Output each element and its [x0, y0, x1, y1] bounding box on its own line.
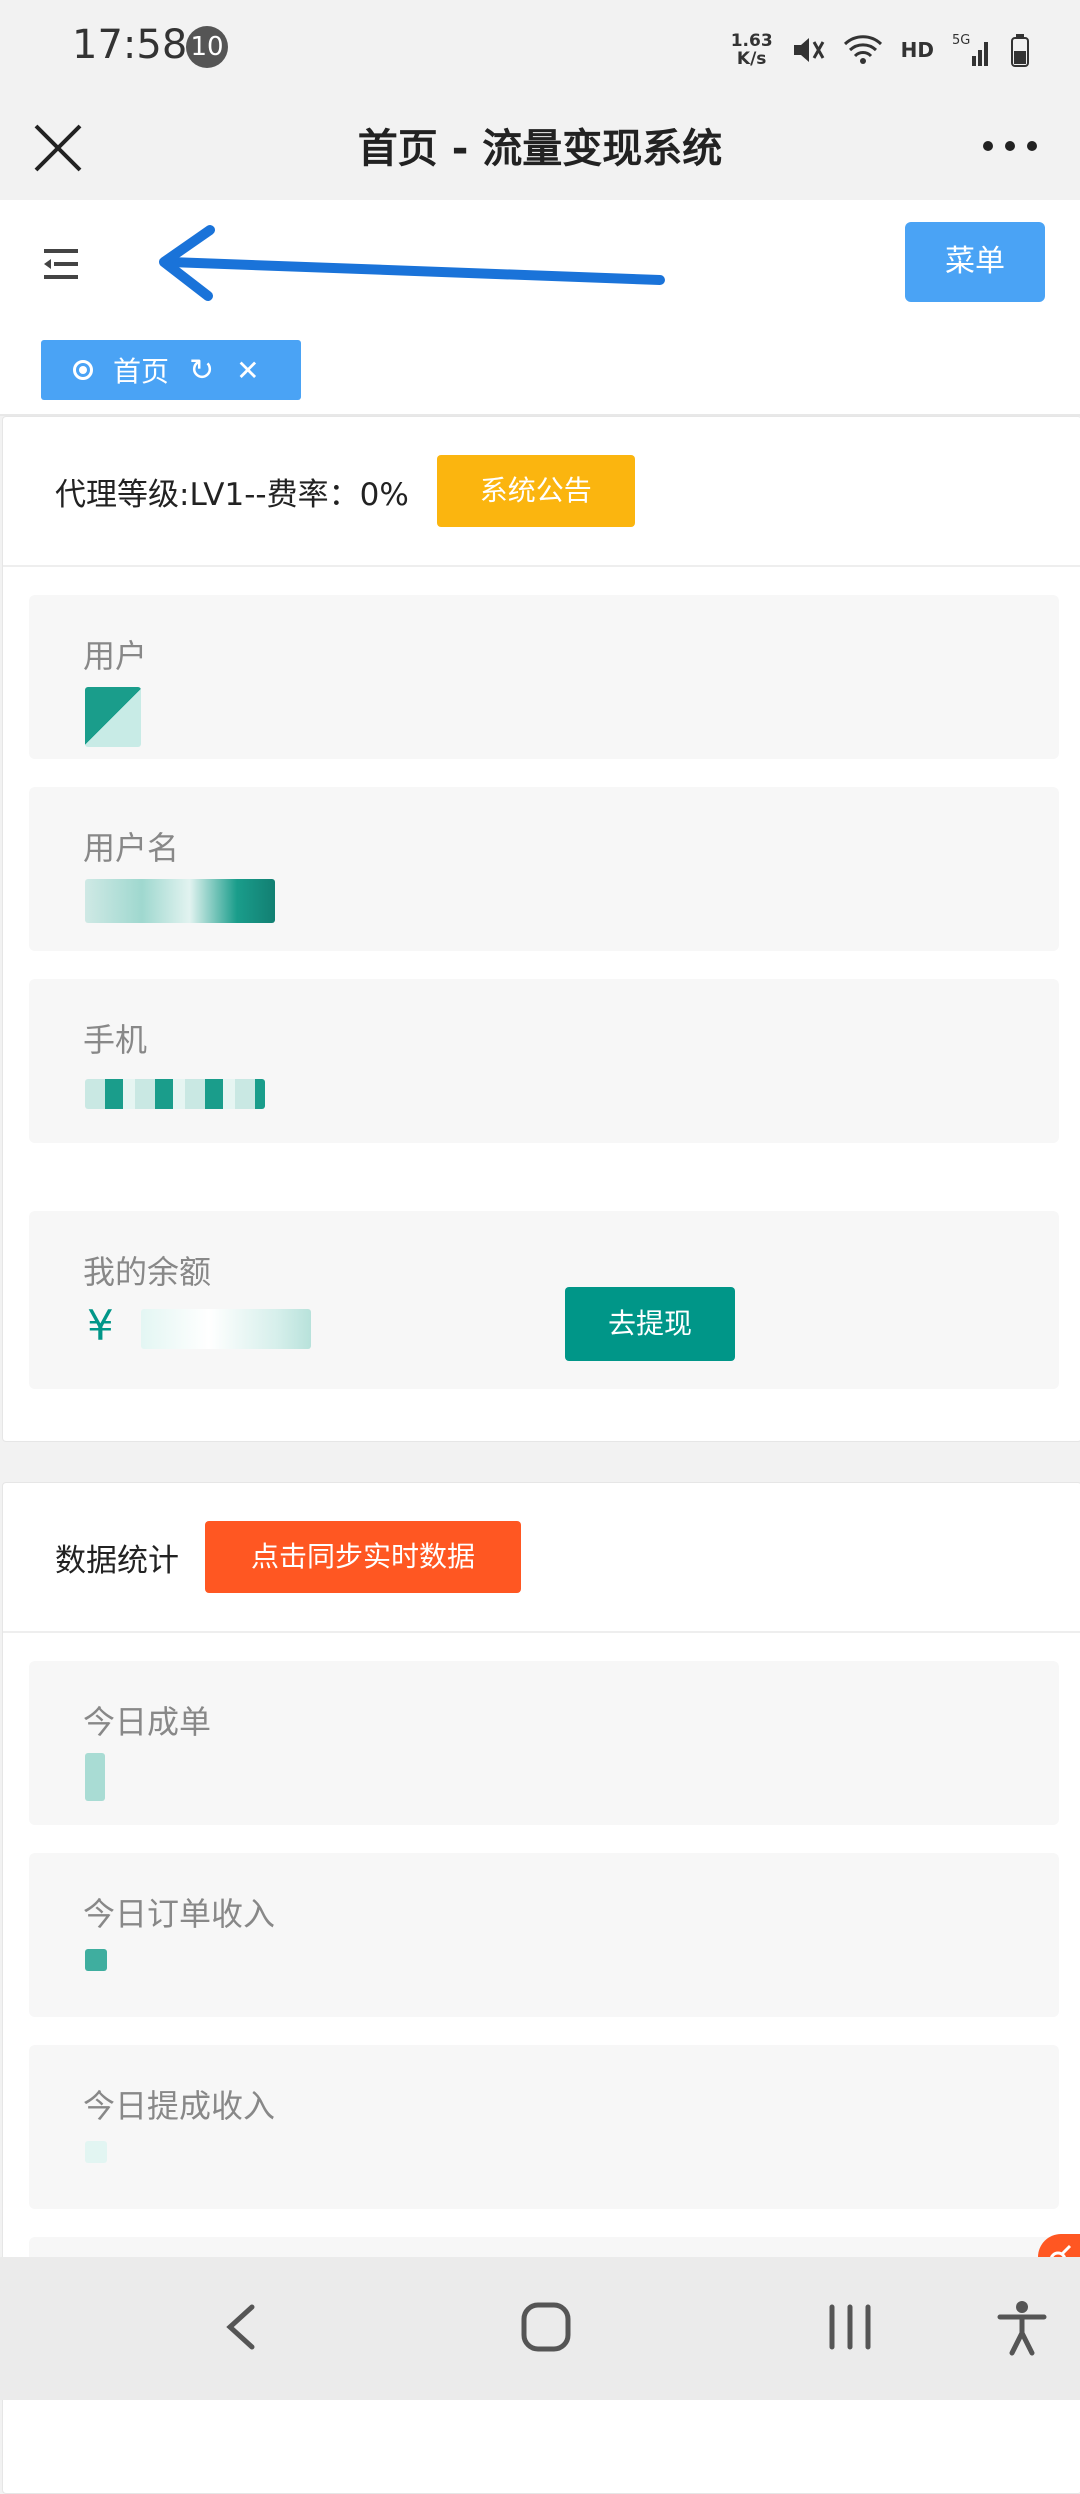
field-label: 用户: [83, 637, 148, 675]
mute-icon: [793, 38, 824, 62]
tab-label: 首页: [113, 355, 170, 388]
redacted-value: [141, 1309, 311, 1349]
tab-bar: 首页 ↻ ✕: [0, 326, 1080, 416]
status-icons: 1.63 K/s HD 5G: [731, 28, 1030, 72]
system-nav-bar: [0, 2257, 1080, 2400]
agent-card-header: 代理等级:LV1--费率：0% 系统公告: [3, 417, 1080, 567]
field-label: 用户名: [83, 829, 180, 867]
menu-button[interactable]: 菜单: [905, 222, 1045, 302]
clock: 17:58: [72, 22, 188, 68]
stats-card-header: 数据统计 点击同步实时数据: [3, 1483, 1080, 1633]
stats-title: 数据统计: [55, 1542, 179, 1579]
home-icon[interactable]: [516, 2297, 576, 2357]
recent-apps-icon[interactable]: [820, 2297, 880, 2357]
svg-text:5G: 5G: [952, 33, 970, 48]
redacted-value: [85, 1949, 107, 1971]
redacted-value: [85, 1079, 265, 1109]
field-label: 我的余额: [83, 1253, 212, 1291]
annotation-arrow: [159, 225, 665, 301]
today-orders-field: 今日成单: [29, 1661, 1059, 1825]
more-options-icon[interactable]: [980, 126, 1040, 166]
redacted-value: [85, 879, 275, 923]
signal-icon: 5G: [952, 33, 988, 66]
network-speed: 1.63 K/s: [730, 31, 773, 69]
status-bar: 17:58 10 1.63 K/s HD 5G: [0, 0, 1080, 96]
sidebar-toggle-icon[interactable]: [40, 246, 82, 282]
wifi-icon: [843, 35, 882, 64]
hd-label: HD: [900, 38, 934, 62]
redacted-value: [85, 687, 141, 747]
withdraw-button[interactable]: 去提现: [565, 1287, 735, 1361]
today-commission-income-field: 今日提成收入: [29, 2045, 1059, 2209]
page-title: 首页 - 流量变现系统: [357, 126, 723, 172]
phone-field: 手机: [29, 979, 1059, 1143]
notification-count-badge: 10: [186, 26, 228, 68]
refresh-icon[interactable]: ↻: [189, 353, 214, 388]
today-order-income-field: 今日订单收入: [29, 1853, 1059, 2017]
user-id-field: 用户: [29, 595, 1059, 759]
field-label: 今日订单收入: [83, 1895, 276, 1933]
title-bar: 首页 - 流量变现系统: [0, 96, 1080, 200]
active-dot-icon: [73, 360, 93, 380]
field-label: 手机: [83, 1021, 148, 1059]
agent-info-card: 代理等级:LV1--费率：0% 系统公告 用户 用户名 手机 我的余额 ¥ 去提…: [2, 416, 1080, 1442]
redacted-value: [85, 1753, 105, 1801]
system-notice-button[interactable]: 系统公告: [436, 455, 635, 527]
agent-level-text: 代理等级:LV1--费率：0%: [55, 476, 409, 513]
back-icon[interactable]: [212, 2297, 272, 2357]
tab-home[interactable]: 首页 ↻ ✕: [41, 340, 301, 400]
tab-close-icon[interactable]: ✕: [236, 354, 259, 387]
balance-field: 我的余额 ¥ 去提现: [29, 1211, 1059, 1389]
field-label: 今日提成收入: [83, 2087, 276, 2125]
field-label: 今日成单: [83, 1703, 212, 1741]
redacted-value: [85, 2141, 107, 2163]
currency-symbol: ¥: [87, 1301, 114, 1350]
sync-data-button[interactable]: 点击同步实时数据: [205, 1521, 521, 1593]
username-field: 用户名: [29, 787, 1059, 951]
accessibility-icon[interactable]: [992, 2297, 1052, 2357]
battery-icon: [1011, 34, 1029, 67]
